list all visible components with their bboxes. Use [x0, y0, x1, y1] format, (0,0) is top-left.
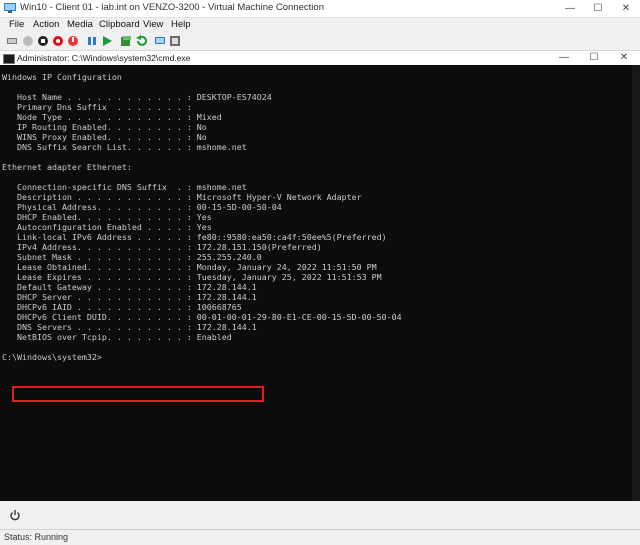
menu-help[interactable]: Help [171, 19, 191, 30]
console-line: IPv4 Address. . . . . . . . . . . : 172.… [2, 242, 322, 252]
power-status-icon[interactable] [9, 509, 21, 521]
vm-toolbar [0, 32, 640, 51]
console-line: Connection-specific DNS Suffix . : mshom… [2, 182, 247, 192]
checkpoint-icon[interactable] [120, 35, 132, 47]
menu-bar: File Action Media Clipboard View Help [0, 18, 640, 32]
console-line: Default Gateway . . . . . . . . . : 172.… [2, 282, 257, 292]
maximize-button[interactable]: ☐ [584, 0, 612, 17]
minimize-button[interactable]: — [556, 0, 584, 17]
console-line: Subnet Mask . . . . . . . . . . . : 255.… [2, 252, 262, 262]
revert-icon[interactable] [135, 35, 147, 47]
vm-connection-icon [4, 3, 16, 13]
menu-file[interactable]: File [9, 19, 24, 30]
console-line: Ethernet adapter Ethernet: [2, 162, 132, 172]
console-line: Node Type . . . . . . . . . . . . : Mixe… [2, 112, 222, 122]
console-line: DHCP Server . . . . . . . . . . . : 172.… [2, 292, 257, 302]
cmd-icon [3, 54, 15, 64]
console-line: Primary Dns Suffix . . . . . . . : [2, 102, 192, 112]
cmd-maximize-button[interactable]: ☐ [584, 51, 604, 65]
console-line: Description . . . . . . . . . . . : Micr… [2, 192, 362, 202]
console-line: Lease Expires . . . . . . . . . . : Tues… [2, 272, 382, 282]
cmd-titlebar: Administrator: C:\Windows\system32\cmd.e… [0, 51, 640, 65]
console-line: Link-local IPv6 Address . . . . . : fe80… [2, 232, 387, 242]
console-output[interactable]: Windows IP Configuration Host Name . . .… [0, 65, 640, 501]
turn-off-icon[interactable] [37, 35, 49, 47]
console-line: Windows IP Configuration [2, 72, 122, 82]
vm-status-text: Status: Running [4, 532, 69, 542]
vm-window-titlebar: Win10 - Client 01 - lab.int on VENZO-320… [0, 0, 640, 18]
console-line: Lease Obtained. . . . . . . . . . : Mond… [2, 262, 377, 272]
resume-icon[interactable] [101, 35, 113, 47]
ctrl-alt-del-icon[interactable] [6, 35, 18, 47]
menu-media[interactable]: Media [67, 19, 93, 30]
console-line: DHCP Enabled. . . . . . . . . . . : Yes [2, 212, 212, 222]
console-line: WINS Proxy Enabled. . . . . . . . : No [2, 132, 207, 142]
console-line: IP Routing Enabled. . . . . . . . : No [2, 122, 207, 132]
shutdown-icon[interactable] [52, 35, 64, 47]
console-line: Physical Address. . . . . . . . . : 00-1… [2, 202, 282, 212]
cmd-minimize-button[interactable]: — [554, 51, 574, 65]
enhanced-session-icon[interactable] [154, 35, 166, 47]
console-line: DNS Servers . . . . . . . . . . . : 172.… [2, 322, 257, 332]
console-line: C:\Windows\system32> [2, 352, 102, 362]
menu-view[interactable]: View [143, 19, 163, 30]
console-line: DNS Suffix Search List. . . . . . : msho… [2, 142, 247, 152]
status-bar: Status: Running [0, 529, 640, 545]
dns-servers-highlight [12, 386, 264, 402]
cmd-close-button[interactable]: ✕ [614, 51, 634, 65]
console-line: DHCPv6 IAID . . . . . . . . . . . : 1006… [2, 302, 242, 312]
console-line: Autoconfiguration Enabled . . . . : Yes [2, 222, 212, 232]
window-title: Win10 - Client 01 - lab.int on VENZO-320… [20, 2, 324, 13]
console-line: NetBIOS over Tcpip. . . . . . . . : Enab… [2, 332, 232, 342]
cmd-title: Administrator: C:\Windows\system32\cmd.e… [17, 53, 191, 63]
share-icon[interactable] [169, 35, 181, 47]
console-line: Host Name . . . . . . . . . . . . : DESK… [2, 92, 272, 102]
power-icon[interactable] [67, 35, 79, 47]
menu-clipboard[interactable]: Clipboard [99, 19, 140, 30]
start-icon[interactable] [22, 35, 34, 47]
vm-bottom-bar [0, 501, 640, 529]
menu-action[interactable]: Action [33, 19, 59, 30]
console-scrollbar[interactable] [632, 65, 640, 501]
console-line: DHCPv6 Client DUID. . . . . . . . : 00-0… [2, 312, 402, 322]
console-text: Windows IP Configuration Host Name . . .… [2, 72, 402, 362]
pause-icon[interactable] [86, 35, 98, 47]
close-button[interactable]: ✕ [612, 0, 640, 17]
